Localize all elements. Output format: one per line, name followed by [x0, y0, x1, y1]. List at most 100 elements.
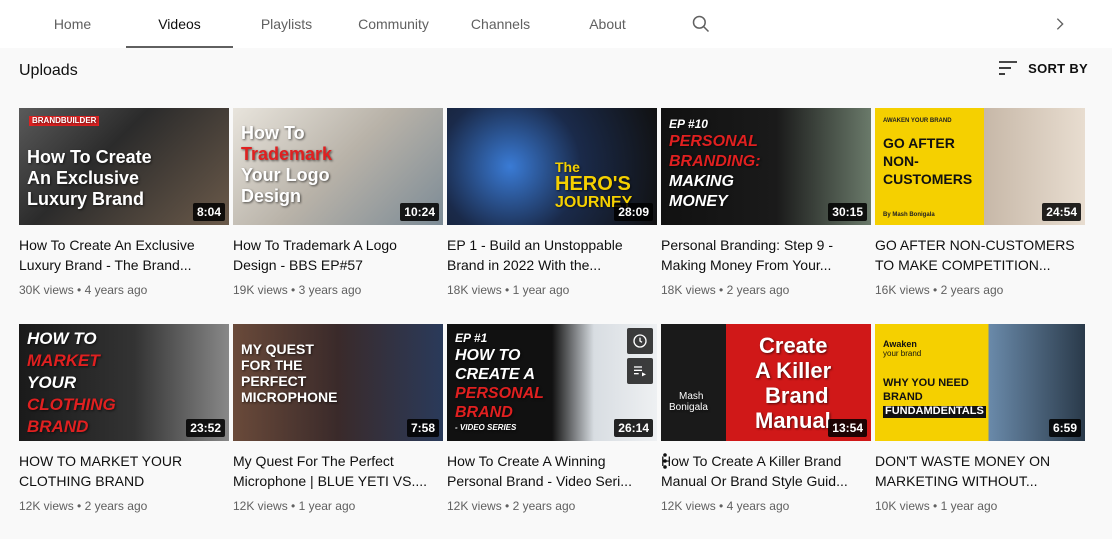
thumbnail-text: GO AFTER: [883, 135, 955, 151]
sort-by-button[interactable]: SORT BY: [998, 60, 1088, 76]
video-thumbnail[interactable]: EP #1 HOW TO CREATE A PERSONAL BRAND - V…: [447, 324, 657, 441]
video-duration: 7:58: [406, 419, 439, 437]
add-to-queue-button[interactable]: [627, 358, 653, 384]
thumbnail-text: A Killer: [755, 358, 832, 383]
video-thumbnail[interactable]: AWAKEN YOUR BRAND GO AFTER NON- CUSTOMER…: [875, 108, 1085, 225]
thumbnail-text: MICROPHONE: [241, 389, 338, 405]
sort-icon: [999, 61, 1018, 75]
video-title[interactable]: GO AFTER NON-CUSTOMERS TO MAKE COMPETITI…: [875, 235, 1085, 275]
tab-community[interactable]: Community: [340, 0, 447, 48]
video-duration: 8:04: [192, 203, 225, 221]
queue-icon: [634, 366, 646, 377]
sort-by-label: SORT BY: [1028, 60, 1088, 76]
tab-about[interactable]: About: [554, 0, 661, 48]
video-meta: 10K views • 1 year ago: [875, 499, 998, 513]
tab-channels[interactable]: Channels: [447, 0, 554, 48]
video-card[interactable]: The HERO'S JOURNEY 28:09 EP 1 - Build an…: [447, 108, 657, 304]
thumbnail-text: CLOTHING: [27, 395, 116, 414]
thumbnail-text: EP #1: [455, 331, 488, 345]
thumbnail-text: WHY YOU NEED: [883, 377, 969, 389]
video-meta: 12K views • 2 years ago: [447, 499, 576, 513]
thumbnail-text: HERO'S: [555, 173, 631, 195]
video-title[interactable]: How To Create A Winning Personal Brand -…: [447, 451, 657, 491]
thumbnail-text: BRANDING:: [669, 153, 761, 170]
video-title[interactable]: HOW TO MARKET YOUR CLOTHING BRAND: [19, 451, 229, 491]
video-title[interactable]: How To Create An Exclusive Luxury Brand …: [19, 235, 229, 275]
video-meta: 16K views • 2 years ago: [875, 283, 1004, 297]
video-duration: 28:09: [614, 203, 653, 221]
channel-search-button[interactable]: [661, 0, 741, 48]
video-thumbnail[interactable]: MY QUEST FOR THE PERFECT MICROPHONE 7:58: [233, 324, 443, 441]
video-duration: 26:14: [614, 419, 653, 437]
thumbnail-text: CUSTOMERS: [883, 171, 973, 187]
video-meta: 12K views • 4 years ago: [661, 499, 790, 513]
thumbnail-text: - VIDEO SERIES: [455, 423, 517, 432]
thumbnail-text: How To Create: [27, 147, 152, 167]
thumbnail-text: Bonigala: [669, 402, 708, 413]
video-title[interactable]: How To Trademark A Logo Design - BBS EP#…: [233, 235, 443, 275]
thumbnail-text: MAKING: [669, 173, 734, 190]
thumbnail-text: HOW TO: [27, 329, 97, 348]
thumbnail-text: Create: [759, 333, 828, 358]
thumbnail-text: By Mash Bonigala: [883, 212, 935, 218]
video-card[interactable]: How To Trademark Your Logo Design 10:24 …: [233, 108, 443, 304]
thumbnail-text: your brand: [883, 349, 922, 358]
thumbnail-text: Luxury Brand: [27, 189, 145, 209]
thumbnail-text: Your Logo: [241, 165, 330, 185]
video-thumbnail[interactable]: BRANDBUILDER How To Create An Exclusive …: [19, 108, 229, 225]
section-title: Uploads: [19, 62, 78, 79]
thumbnail-text: An Exclusive: [27, 168, 140, 188]
thumbnail-text: HOW TO: [455, 347, 521, 364]
tab-playlists[interactable]: Playlists: [233, 0, 340, 48]
video-thumbnail[interactable]: The HERO'S JOURNEY 28:09: [447, 108, 657, 225]
video-duration: 24:54: [1042, 203, 1081, 221]
thumbnail-brand-logo: BRANDBUILDER: [29, 116, 100, 127]
video-meta: 30K views • 4 years ago: [19, 283, 148, 297]
video-card[interactable]: EP #10 PERSONAL BRANDING: MAKING MONEY 3…: [661, 108, 871, 304]
video-card[interactable]: HOW TO MARKET YOUR CLOTHING BRAND 23:52 …: [19, 324, 229, 520]
thumbnail-text: CREATE A: [455, 366, 535, 383]
video-duration: 6:59: [1048, 419, 1081, 437]
tab-home[interactable]: Home: [19, 0, 126, 48]
video-meta: 12K views • 2 years ago: [19, 499, 148, 513]
video-title[interactable]: DON'T WASTE MONEY ON MARKETING WITHOUT..…: [875, 451, 1085, 491]
thumbnail-text: Design: [241, 186, 302, 206]
thumbnail-text: NON-: [883, 153, 919, 169]
thumbnail-text: PERFECT: [241, 373, 307, 389]
thumbnail-text: BRAND: [883, 391, 923, 403]
video-title[interactable]: How To Create A Killer Brand Manual Or B…: [661, 451, 871, 491]
video-thumbnail[interactable]: HOW TO MARKET YOUR CLOTHING BRAND 23:52: [19, 324, 229, 441]
tabs-next-button[interactable]: [1048, 12, 1072, 36]
video-thumbnail[interactable]: Create A Killer Brand Manual Mash Boniga…: [661, 324, 871, 441]
thumbnail-text: BRAND: [455, 404, 513, 421]
clock-icon: [633, 334, 647, 348]
video-duration: 23:52: [186, 419, 225, 437]
video-thumbnail[interactable]: Awaken your brand WHY YOU NEED BRAND FUN…: [875, 324, 1085, 441]
thumbnail-text: AWAKEN YOUR BRAND: [883, 118, 952, 124]
thumbnail-text: YOUR: [27, 373, 77, 392]
video-card[interactable]: BRANDBUILDER How To Create An Exclusive …: [19, 108, 229, 304]
video-duration: 10:24: [400, 203, 439, 221]
video-card[interactable]: MY QUEST FOR THE PERFECT MICROPHONE 7:58…: [233, 324, 443, 520]
video-thumbnail[interactable]: EP #10 PERSONAL BRANDING: MAKING MONEY 3…: [661, 108, 871, 225]
video-title[interactable]: EP 1 - Build an Unstoppable Brand in 202…: [447, 235, 657, 275]
thumbnail-text: PERSONAL: [455, 385, 544, 402]
video-duration: 30:15: [828, 203, 867, 221]
watch-later-button[interactable]: [627, 328, 653, 354]
video-meta: 18K views • 2 years ago: [661, 283, 790, 297]
video-title[interactable]: My Quest For The Perfect Microphone | BL…: [233, 451, 443, 491]
thumbnail-text: BRAND: [27, 417, 89, 436]
video-card[interactable]: EP #1 HOW TO CREATE A PERSONAL BRAND - V…: [447, 324, 667, 520]
tab-videos[interactable]: Videos: [126, 0, 233, 48]
chevron-right-icon: [1056, 18, 1064, 30]
video-title[interactable]: Personal Branding: Step 9 - Making Money…: [661, 235, 871, 275]
video-card[interactable]: Create A Killer Brand Manual Mash Boniga…: [661, 324, 871, 520]
video-card[interactable]: AWAKEN YOUR BRAND GO AFTER NON- CUSTOMER…: [875, 108, 1085, 304]
thumbnail-text: MONEY: [669, 193, 728, 210]
thumbnail-text: EP #10: [669, 117, 708, 131]
thumbnail-text: Mash: [679, 391, 704, 402]
hover-actions: [627, 328, 653, 384]
video-meta: 18K views • 1 year ago: [447, 283, 570, 297]
video-card[interactable]: Awaken your brand WHY YOU NEED BRAND FUN…: [875, 324, 1085, 520]
video-thumbnail[interactable]: How To Trademark Your Logo Design 10:24: [233, 108, 443, 225]
